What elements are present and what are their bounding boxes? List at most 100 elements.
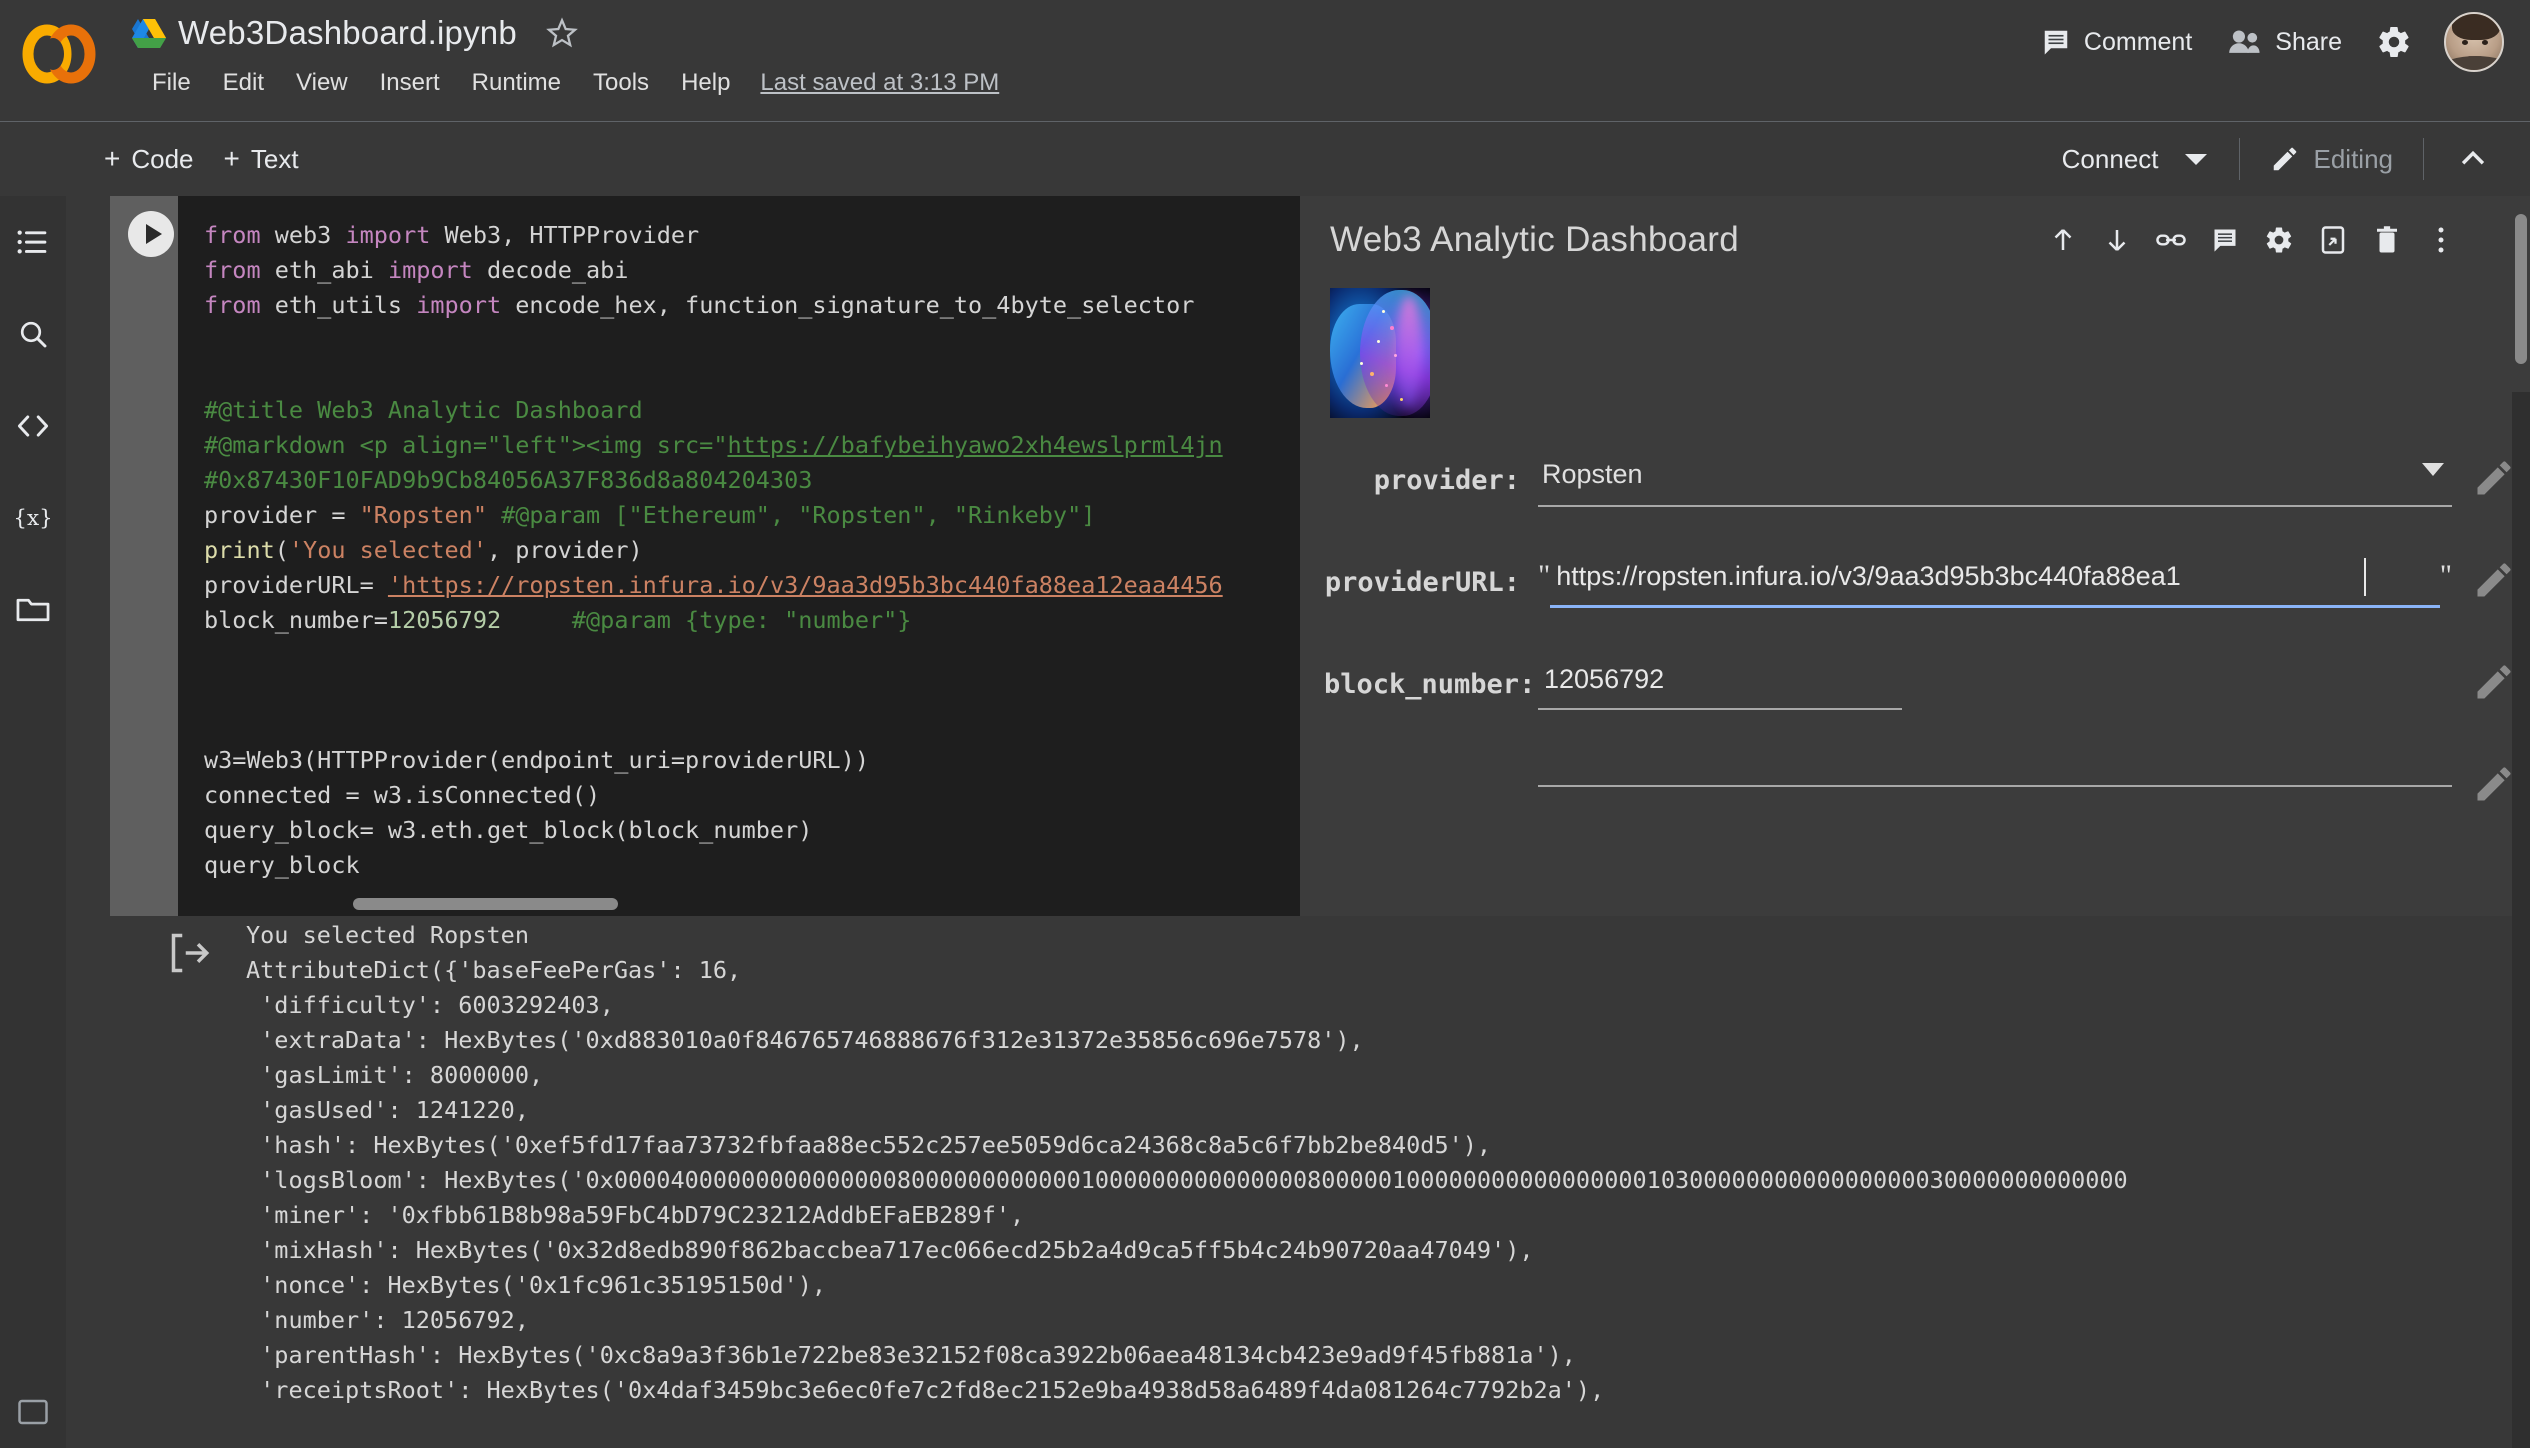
copy-to-drive-icon[interactable] [2306,214,2360,266]
provider-label: provider: [1373,464,1520,496]
toolbar-divider [2423,138,2424,180]
connect-label: Connect [2061,143,2159,174]
notebook-scrollbar-track [2512,392,2530,1448]
gear-icon [2379,26,2409,57]
table-of-contents-icon [17,230,47,254]
menu-insert[interactable]: Insert [364,65,456,101]
people-icon [2229,30,2260,53]
chevron-down-icon [2184,153,2207,165]
sidebar-item-variables[interactable]: {x} [0,472,66,564]
notebook-main: from web3 import Web3, HTTPProvider from… [66,196,2530,1448]
provider-select[interactable]: Ropsten Ethereum Rinkeby [1538,453,2452,507]
form-row-block-number: block_number: [1324,656,2530,712]
cell-output: You selected Ropsten AttributeDict({'bas… [154,918,2530,1408]
colab-app: Web3Dashboard.ipynb File Edit View Inser… [0,0,2530,1448]
play-icon [145,224,162,244]
code-content[interactable]: from web3 import Web3, HTTPProvider from… [204,218,1300,916]
provider-url-control: " " [1538,556,2452,608]
document-title-row: Web3Dashboard.ipynb [132,8,579,58]
sidebar-item-files[interactable] [0,564,66,656]
form-row-provider: provider: Ropsten Ethereum Rinkeby [1324,452,2530,508]
quote-open: " [1538,559,1551,592]
star-icon[interactable] [545,16,579,50]
delete-cell-icon[interactable] [2360,214,2414,266]
toolbar-right: Connect Editing [2044,122,2508,196]
add-text-label: Text [250,143,299,174]
move-cell-up-icon[interactable] [2036,214,2090,266]
menu-file[interactable]: File [136,65,207,101]
comment-button[interactable]: Comment [2023,19,2210,65]
menu-bar: File Edit View Insert Runtime Tools Help… [136,65,999,101]
notebook-scrollbar-thumb[interactable] [2515,214,2527,364]
terminal-icon [18,1399,48,1425]
last-saved-label[interactable]: Last saved at 3:13 PM [760,69,999,97]
run-cell-button[interactable] [128,211,174,257]
form-row-provider-url: providerURL: " " [1324,554,2530,610]
chevron-up-icon [2461,150,2485,165]
cell-action-icons [2036,214,2468,266]
form-panel: Web3 Analytic Dashboard provider: Ropste… [1300,196,2530,916]
plus-icon: + [223,143,240,174]
add-code-cell-button[interactable]: + Code [104,143,194,175]
block-number-control [1538,658,2452,710]
sidebar-item-code-snippets[interactable] [0,380,66,472]
settings-icon[interactable] [2252,214,2306,266]
link-icon[interactable] [2144,214,2198,266]
editing-mode-button[interactable]: Editing [2254,138,2410,181]
sidebar-item-terminal[interactable] [0,1382,66,1442]
share-button[interactable]: Share [2210,20,2360,65]
menu-tools[interactable]: Tools [577,65,665,101]
settings-button[interactable] [2360,16,2428,68]
header-actions: Comment Share [2023,12,2504,72]
left-sidebar: {x} [0,196,66,1448]
connect-button[interactable]: Connect [2044,138,2225,181]
output-arrow-icon [168,932,224,988]
block-number-label: block_number: [1324,668,1536,700]
quote-close: " [2439,559,2452,592]
block-number-input[interactable] [1538,658,1902,710]
notebook-cell: from web3 import Web3, HTTPProvider from… [110,196,2530,1404]
share-label: Share [2275,27,2342,56]
sidebar-item-table-of-contents[interactable] [0,196,66,288]
plus-icon: + [104,143,121,174]
edit-provider-url-pencil-icon[interactable] [2472,558,2516,602]
toolbar-left: + Code + Text [104,122,299,196]
comment-icon[interactable] [2198,214,2252,266]
add-text-cell-button[interactable]: + Text [224,143,299,175]
menu-view[interactable]: View [280,65,364,101]
provider-url-input[interactable] [1550,556,2440,608]
cell-run-gutter [110,196,178,916]
edit-markdown-pencil-icon[interactable] [2472,762,2516,806]
colab-logo-icon[interactable] [22,17,96,91]
markdown-horizontal-rule [1538,785,2452,787]
menu-runtime[interactable]: Runtime [456,65,577,101]
edit-block-number-pencil-icon[interactable] [2472,660,2516,704]
code-snippets-icon [17,415,49,437]
toolbar-divider [2238,138,2240,180]
code-horizontal-scrollbar[interactable] [353,898,618,910]
sidebar-item-search[interactable] [0,288,66,380]
menu-help[interactable]: Help [665,65,746,101]
document-title[interactable]: Web3Dashboard.ipynb [178,14,517,52]
more-vert-icon[interactable] [2414,214,2468,266]
move-cell-down-icon[interactable] [2090,214,2144,266]
app-header: Web3Dashboard.ipynb File Edit View Inser… [0,0,2530,122]
menu-edit[interactable]: Edit [207,65,280,101]
variables-icon: {x} [16,506,50,531]
form-fields: provider: Ropsten Ethereum Rinkeby [1324,452,2530,814]
google-drive-icon [132,17,166,49]
folder-icon [16,598,50,622]
comment-label: Comment [2083,27,2193,56]
form-image-thumbnail [1330,288,1430,418]
search-icon [20,321,47,348]
collapse-toolbar-button[interactable] [2438,134,2508,184]
user-avatar[interactable] [2444,12,2504,72]
provider-url-label: providerURL: [1324,566,1520,598]
edit-provider-pencil-icon[interactable] [2472,456,2516,500]
notebook-toolbar: + Code + Text Connect Editing [0,122,2530,318]
form-row-divider [1324,758,2530,814]
pencil-icon [2273,147,2296,171]
cell-body: from web3 import Web3, HTTPProvider from… [110,196,2530,916]
comment-icon [2044,30,2068,55]
code-editor[interactable]: from web3 import Web3, HTTPProvider from… [178,196,1300,916]
